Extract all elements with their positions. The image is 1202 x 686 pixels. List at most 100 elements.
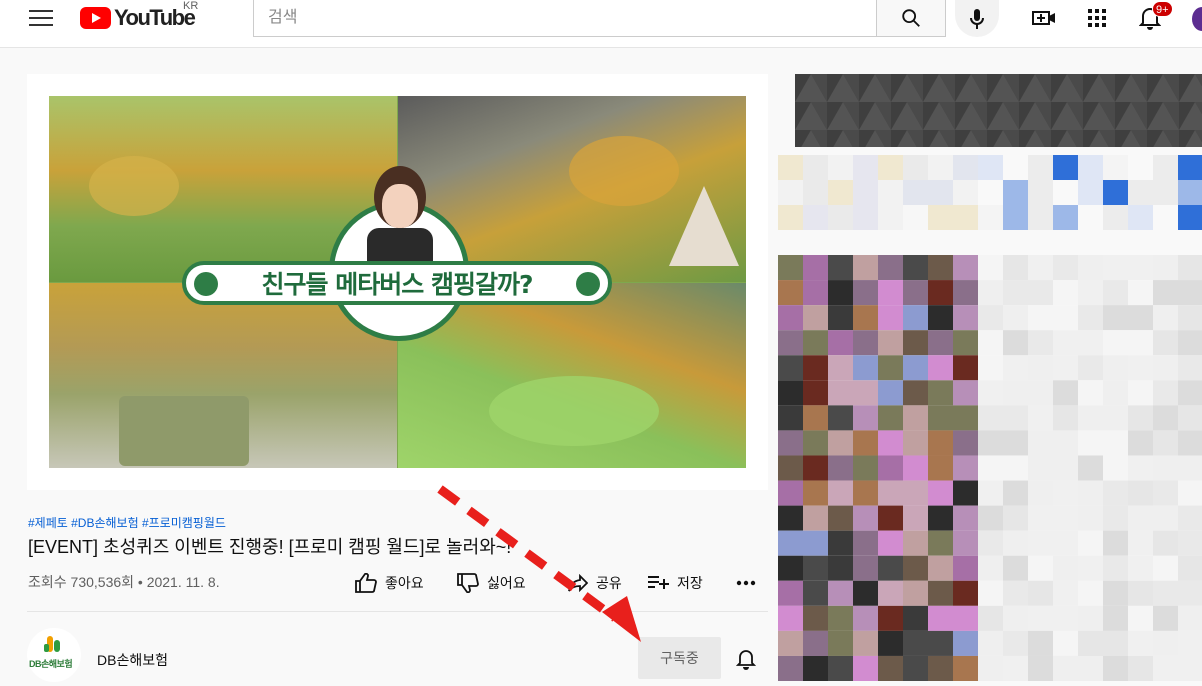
search-button[interactable] (876, 0, 946, 37)
mosaic-cell (953, 355, 978, 381)
mosaic-cell (1128, 155, 1153, 180)
mosaic-cell (903, 630, 928, 656)
mosaic-cell (1078, 330, 1103, 356)
mosaic-cell (1153, 380, 1178, 406)
search-box[interactable] (253, 0, 882, 37)
mosaic-cell (1178, 455, 1202, 481)
youtube-logo[interactable]: YouTube (80, 5, 196, 30)
mosaic-cell (1028, 305, 1053, 331)
share-icon (568, 574, 588, 592)
mosaic-cell (903, 530, 928, 556)
mosaic-cell (828, 480, 853, 506)
mosaic-cell (853, 480, 878, 506)
mosaic-cell (1103, 530, 1128, 556)
mosaic-cell (978, 180, 1003, 205)
subscribed-button[interactable]: 구독중 (638, 637, 721, 679)
mosaic-cell (878, 530, 903, 556)
mosaic-cell (878, 555, 903, 581)
dislike-button[interactable]: 싫어요 (457, 572, 526, 594)
mosaic-cell (878, 505, 903, 531)
mosaic-cell (878, 205, 903, 230)
channel-notification-button[interactable] (732, 645, 760, 673)
mosaic-cell (778, 655, 803, 682)
mosaic-cell (778, 505, 803, 531)
video-hashtags[interactable]: #제페토 #DB손해보험 #프로미캠핑월드 (28, 514, 226, 531)
video-thumbnail[interactable]: 친구들 메타버스 캠핑갈까? (49, 96, 746, 468)
thumbs-up-icon (355, 573, 377, 593)
arrow-head-icon (602, 596, 641, 642)
mosaic-cell (1053, 630, 1078, 656)
mosaic-cell (1078, 480, 1103, 506)
mosaic-cell (1153, 455, 1178, 481)
save-button[interactable]: 저장 (647, 572, 703, 594)
mosaic-cell (1103, 605, 1128, 631)
more-actions-button[interactable] (736, 572, 764, 594)
mosaic-cell (953, 255, 978, 281)
mosaic-cell (903, 430, 928, 456)
mosaic-cell (828, 580, 853, 606)
channel-logo-text: DB손해보험 (29, 659, 73, 669)
mosaic-cell (903, 455, 928, 481)
thumbnail-title-text: 친구들 메타버스 캠핑갈까? (261, 270, 534, 299)
mosaic-cell (1078, 630, 1103, 656)
mosaic-cell (1153, 430, 1178, 456)
mosaic-cell (953, 530, 978, 556)
mosaic-cell (928, 380, 953, 406)
mosaic-cell (953, 605, 978, 631)
share-button[interactable]: 공유 (568, 572, 622, 594)
mosaic-cell (1103, 305, 1128, 331)
mosaic-cell (1153, 330, 1178, 356)
mosaic-cell (903, 405, 928, 431)
channel-avatar[interactable]: DB손해보험 (27, 628, 81, 682)
mosaic-cell (803, 355, 828, 381)
mosaic-cell (978, 430, 1003, 456)
hamburger-menu-icon[interactable] (29, 8, 53, 28)
create-button[interactable] (1030, 6, 1058, 30)
mosaic-cell (1003, 580, 1028, 606)
mosaic-cell (1153, 255, 1178, 281)
mosaic-cell (1128, 530, 1153, 556)
mosaic-cell (778, 205, 803, 230)
mosaic-cell (803, 205, 828, 230)
mosaic-cell (853, 330, 878, 356)
mosaic-cell (1053, 505, 1078, 531)
mosaic-cell (828, 405, 853, 431)
mosaic-cell (953, 155, 978, 180)
mosaic-cell (803, 555, 828, 581)
mosaic-cell (903, 605, 928, 631)
mosaic-cell (1078, 355, 1103, 381)
mosaic-cell (1078, 180, 1103, 205)
mosaic-cell (903, 280, 928, 306)
mosaic-cell (1153, 305, 1178, 331)
mosaic-cell (828, 455, 853, 481)
mosaic-cell (953, 505, 978, 531)
mosaic-cell (903, 180, 928, 205)
divider (27, 611, 768, 612)
mosaic-cell (978, 505, 1003, 531)
search-input[interactable] (254, 0, 882, 35)
mosaic-cell (1128, 480, 1153, 506)
mosaic-cell (903, 655, 928, 682)
mosaic-cell (1153, 605, 1178, 631)
mosaic-cell (878, 630, 903, 656)
mosaic-cell (778, 630, 803, 656)
mosaic-cell (1178, 380, 1202, 406)
mosaic-cell (1103, 180, 1128, 205)
mosaic-cell (1153, 655, 1178, 682)
mosaic-cell (878, 280, 903, 306)
mosaic-cell (1053, 555, 1078, 581)
pixelated-ad-banner (795, 74, 1202, 147)
mosaic-cell (828, 605, 853, 631)
mosaic-cell (928, 355, 953, 381)
mosaic-cell (1103, 255, 1128, 281)
mosaic-cell (928, 605, 953, 631)
channel-name[interactable]: DB손해보험 (97, 650, 168, 670)
thumbs-down-icon (457, 573, 479, 593)
mosaic-cell (978, 555, 1003, 581)
like-button[interactable]: 좋아요 (355, 572, 424, 594)
mosaic-cell (978, 580, 1003, 606)
tree-shape (569, 136, 679, 206)
mosaic-cell (1003, 330, 1028, 356)
mosaic-cell (1103, 405, 1128, 431)
apps-button[interactable] (1085, 6, 1109, 30)
